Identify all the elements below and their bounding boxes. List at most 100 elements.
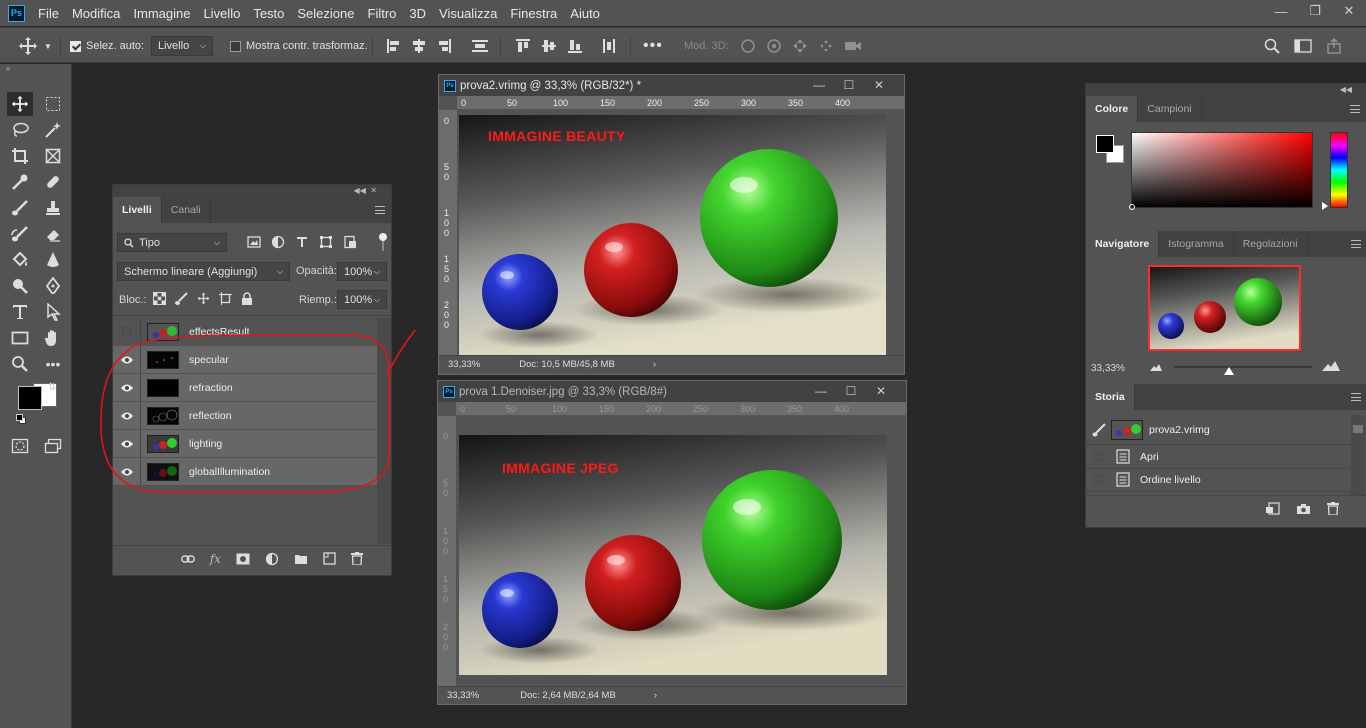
hue-slider[interactable] xyxy=(1330,132,1348,208)
blend-mode-dropdown[interactable]: Schermo lineare (Aggiungi) ⌵ xyxy=(117,262,290,281)
history-source-toggle[interactable] xyxy=(1092,475,1102,484)
canvas-beauty-render[interactable]: IMMAGINE BEAUTY xyxy=(459,115,886,355)
filter-toggle-switch[interactable] xyxy=(379,233,387,253)
pen-tool[interactable] xyxy=(40,274,66,298)
eye-icon[interactable] xyxy=(113,458,141,485)
menu-immagine[interactable]: Immagine xyxy=(133,6,190,21)
status-menu-arrow-icon[interactable]: › xyxy=(653,359,656,370)
history-brush-tool[interactable] xyxy=(7,222,33,246)
healing-brush-tool[interactable] xyxy=(40,170,66,194)
eyedropper-tool[interactable] xyxy=(7,170,33,194)
layers-scrollbar[interactable] xyxy=(377,318,391,544)
layer-row-lighting[interactable]: lighting xyxy=(113,430,377,457)
layer-row-refraction[interactable]: refraction xyxy=(113,374,377,401)
swap-colors-icon[interactable]: ⇅ xyxy=(48,382,56,393)
history-item-apri[interactable]: Apri xyxy=(1086,445,1356,469)
align-right-icon[interactable] xyxy=(437,38,453,54)
navigator-zoom-handle[interactable] xyxy=(1224,367,1234,375)
brush-tool[interactable] xyxy=(7,196,33,220)
panel-menu-icon[interactable] xyxy=(1350,105,1360,113)
rectangle-tool[interactable] xyxy=(7,326,33,350)
menu-livello[interactable]: Livello xyxy=(203,6,240,21)
minimize-icon[interactable]: — xyxy=(806,381,836,402)
move-tool[interactable] xyxy=(7,92,33,116)
zoom-tool[interactable] xyxy=(7,352,33,376)
delete-layer-icon[interactable] xyxy=(351,552,363,565)
lock-position-icon[interactable] xyxy=(197,292,210,305)
document-title-bar[interactable]: Ps prova 1.Denoiser.jpg @ 33,3% (RGB/8#)… xyxy=(438,381,906,402)
eye-icon[interactable] xyxy=(113,430,141,457)
panel-menu-icon[interactable] xyxy=(1351,393,1361,401)
panel-menu-icon[interactable] xyxy=(1351,240,1361,248)
layer-row-globalillumination[interactable]: globalIllumination xyxy=(113,458,377,485)
auto-select-checkbox[interactable] xyxy=(70,40,81,52)
opacity-input[interactable]: 100% ⌵ xyxy=(337,262,387,281)
close-icon[interactable]: ✕ xyxy=(864,75,894,96)
default-colors-icon[interactable] xyxy=(16,414,26,424)
filter-smart-object-icon[interactable] xyxy=(343,235,357,249)
lock-pixels-brush-icon[interactable] xyxy=(175,292,188,305)
lock-transparent-icon[interactable] xyxy=(153,292,166,305)
crop-tool[interactable] xyxy=(7,144,33,168)
fx-icon[interactable]: fx xyxy=(210,552,221,566)
panel-collapse-icon[interactable]: ◀◀ ✕ xyxy=(113,185,391,197)
menu-aiuto[interactable]: Aiuto xyxy=(570,6,600,21)
history-source-toggle[interactable] xyxy=(1092,452,1102,461)
eraser-tool[interactable] xyxy=(40,222,66,246)
panel-menu-icon[interactable] xyxy=(375,206,385,214)
workspace-icon[interactable] xyxy=(1294,38,1312,54)
history-scrollbar[interactable] xyxy=(1351,415,1365,495)
search-icon[interactable] xyxy=(1264,38,1280,54)
new-adjustment-icon[interactable] xyxy=(265,552,279,566)
transform-controls-checkbox[interactable] xyxy=(230,40,241,52)
eye-icon[interactable] xyxy=(113,374,141,401)
tab-canali[interactable]: Canali xyxy=(162,197,211,223)
color-picker-field[interactable] xyxy=(1129,132,1313,210)
layer-row-effectsresult[interactable]: effectsResult xyxy=(113,318,377,345)
move-tool-preset[interactable]: ▼ xyxy=(18,28,52,64)
more-tools-icon[interactable]: ••• xyxy=(40,352,66,376)
delete-state-icon[interactable] xyxy=(1327,502,1339,515)
foreground-color-swatch[interactable] xyxy=(1096,135,1114,153)
distribute-icon[interactable] xyxy=(471,38,489,54)
frame-tool[interactable] xyxy=(40,144,66,168)
filter-pixel-icon[interactable] xyxy=(247,235,261,249)
type-tool[interactable] xyxy=(7,300,33,324)
share-icon[interactable] xyxy=(1326,38,1342,54)
lock-all-icon[interactable] xyxy=(241,292,253,305)
quick-mask-tool[interactable] xyxy=(7,434,33,458)
filter-type-icon[interactable] xyxy=(295,235,309,249)
navigator-zoom-value[interactable]: 33,33% xyxy=(1091,363,1125,374)
align-top-icon[interactable] xyxy=(515,38,531,54)
new-document-from-state-icon[interactable] xyxy=(1265,502,1280,515)
new-layer-icon[interactable] xyxy=(323,552,336,565)
filter-adjustment-icon[interactable] xyxy=(271,235,285,249)
canvas-jpeg-render[interactable]: IMMAGINE JPEG xyxy=(459,435,887,675)
tab-colore[interactable]: Colore xyxy=(1086,96,1139,122)
close-icon[interactable]: ✕ xyxy=(866,381,896,402)
zoom-level[interactable]: 33,33% xyxy=(448,359,480,370)
layer-row-specular[interactable]: specular xyxy=(113,346,377,373)
marquee-tool[interactable] xyxy=(40,92,66,116)
minimize-icon[interactable]: — xyxy=(1264,0,1298,22)
hand-tool[interactable] xyxy=(40,326,66,350)
menu-file[interactable]: File xyxy=(38,6,59,21)
menu-testo[interactable]: Testo xyxy=(253,6,284,21)
filter-shape-icon[interactable] xyxy=(319,235,333,249)
menu-selezione[interactable]: Selezione xyxy=(297,6,354,21)
lock-artboard-icon[interactable] xyxy=(219,292,232,305)
collapse-icon[interactable]: « xyxy=(6,64,10,73)
align-vcenter-icon[interactable] xyxy=(541,38,557,54)
menu-visualizza[interactable]: Visualizza xyxy=(439,6,497,21)
magic-wand-tool[interactable] xyxy=(40,118,66,142)
layer-filter-dropdown[interactable]: Tipo ⌵ xyxy=(117,233,227,252)
fill-input[interactable]: 100% ⌵ xyxy=(337,290,387,309)
paint-bucket-tool[interactable] xyxy=(7,248,33,272)
minimize-icon[interactable]: — xyxy=(804,75,834,96)
tab-campioni[interactable]: Campioni xyxy=(1138,96,1202,122)
status-menu-arrow-icon[interactable]: › xyxy=(654,690,657,701)
more-options-icon[interactable]: ••• xyxy=(643,28,663,64)
eye-icon[interactable] xyxy=(113,346,141,373)
new-group-icon[interactable] xyxy=(294,553,308,565)
history-snapshot[interactable]: prova2.vrimg xyxy=(1086,415,1356,445)
